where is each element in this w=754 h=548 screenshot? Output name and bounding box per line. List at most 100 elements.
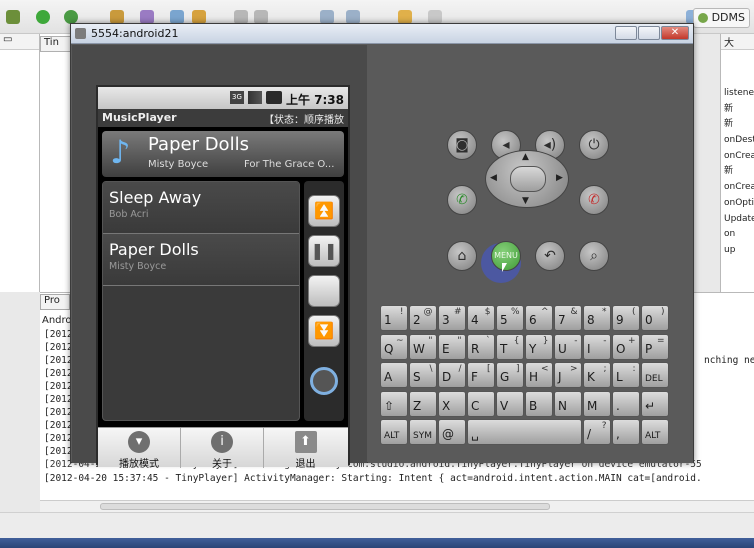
open-type-icon[interactable]	[170, 10, 184, 24]
minimize-button[interactable]	[615, 26, 637, 40]
dpad[interactable]: ▲ ▼ ◀ ▶	[485, 150, 569, 208]
key-Y[interactable]: Y}	[525, 333, 553, 360]
key-J[interactable]: J >	[554, 362, 582, 388]
menu-item-play-mode[interactable]: ▾ 播放模式	[98, 428, 181, 470]
key-8[interactable]: 8 *	[583, 305, 611, 331]
key-N[interactable]: N	[554, 390, 582, 417]
key-1[interactable]: 1!	[380, 305, 408, 331]
console-horizontal-scrollbar[interactable]	[40, 500, 754, 512]
key-G[interactable]: G]	[496, 362, 524, 388]
editor-tab[interactable]: Tin	[40, 36, 72, 52]
next-annotation-icon[interactable]	[320, 10, 334, 24]
key-C[interactable]: C	[467, 390, 495, 417]
key-7[interactable]: 7 &	[554, 305, 582, 331]
key-B[interactable]: B	[525, 390, 553, 417]
key-Q[interactable]: Q ~	[380, 333, 408, 360]
list-item[interactable]: Sleep Away Bob Acri	[103, 182, 299, 234]
search-button[interactable]: ⌕	[579, 241, 609, 271]
key-I[interactable]: I-	[583, 333, 611, 360]
outline-item[interactable]: Update	[721, 212, 754, 228]
key-.[interactable]: .	[612, 390, 640, 417]
key-space[interactable]: ␣	[467, 419, 582, 445]
dpad-center-button[interactable]	[510, 166, 546, 192]
key-X[interactable]: X	[438, 390, 466, 417]
home-button[interactable]: ⌂	[447, 241, 477, 271]
key-6[interactable]: 6 ^	[525, 305, 553, 331]
new-package-icon[interactable]	[110, 10, 124, 24]
outline-item[interactable]: onCrea	[721, 180, 754, 196]
key-4[interactable]: 4 $	[467, 305, 495, 331]
key-P[interactable]: P =	[641, 333, 669, 360]
forward-icon[interactable]	[428, 10, 442, 24]
key-D[interactable]: D /	[438, 362, 466, 388]
key-L[interactable]: L:	[612, 362, 640, 388]
key-R[interactable]: R `	[467, 333, 495, 360]
maximize-button[interactable]	[638, 26, 660, 40]
next-button[interactable]: ⏬	[308, 315, 340, 347]
power-button[interactable]: ⏻	[579, 130, 609, 160]
key-/[interactable]: /?	[583, 419, 611, 445]
key-ALT[interactable]: ALT	[380, 419, 408, 445]
key-U[interactable]: U-	[554, 333, 582, 360]
menu-item-exit[interactable]: ⬆ 退出	[264, 428, 347, 470]
close-button[interactable]: ✕	[661, 26, 689, 40]
end-call-button[interactable]: ✆	[579, 185, 609, 215]
key-A[interactable]: A	[380, 362, 408, 388]
key-O[interactable]: O +	[612, 333, 640, 360]
prev-annotation-icon[interactable]	[346, 10, 360, 24]
outline-item[interactable]: on	[721, 227, 754, 243]
toggle-mark-icon[interactable]	[254, 10, 268, 24]
outline-item[interactable]: 新	[721, 117, 754, 133]
back-button[interactable]: ↶	[535, 241, 565, 271]
key-5[interactable]: 5%	[496, 305, 524, 331]
key-⇧[interactable]: ⇧	[380, 390, 408, 417]
debug-icon[interactable]	[6, 10, 20, 24]
key-,[interactable]: ,	[612, 419, 640, 445]
key-0[interactable]: 0)	[641, 305, 669, 331]
key-K[interactable]: K;	[583, 362, 611, 388]
list-item[interactable]: Paper Dolls Misty Boyce	[103, 234, 299, 286]
key-@[interactable]: @	[438, 419, 466, 445]
key-3[interactable]: 3 #	[438, 305, 466, 331]
previous-button[interactable]: ⏫	[308, 195, 340, 227]
menu-item-about[interactable]: i 关于	[181, 428, 264, 470]
stop-button[interactable]	[308, 275, 340, 307]
key-↵[interactable]: ↵	[641, 390, 669, 417]
key-ALT[interactable]: ALT	[641, 419, 669, 445]
outline-item[interactable]: 新	[721, 102, 754, 118]
key-DEL[interactable]: DEL	[641, 362, 669, 388]
outline-item[interactable]: listener	[721, 86, 754, 102]
outline-item[interactable]: 新	[721, 164, 754, 180]
pause-button[interactable]: ❚❚	[308, 235, 340, 267]
outline-item[interactable]: onOpti	[721, 196, 754, 212]
ddms-perspective-button[interactable]: DDMS	[693, 8, 750, 28]
toggle-annotation-icon[interactable]	[234, 10, 248, 24]
now-playing-panel[interactable]: ♪ Paper Dolls Misty Boyce For The Grace …	[102, 131, 344, 177]
scroll-thumb[interactable]	[100, 503, 550, 510]
key-M[interactable]: M	[583, 390, 611, 417]
emulator-title-bar[interactable]: 5554:android21 ✕	[71, 24, 693, 44]
new-class-icon[interactable]	[140, 10, 154, 24]
external-tools-icon[interactable]	[64, 10, 78, 24]
search-magnifier-icon[interactable]	[310, 367, 338, 395]
key-T[interactable]: T{	[496, 333, 524, 360]
key-2[interactable]: 2 @	[409, 305, 437, 331]
key-V[interactable]: V	[496, 390, 524, 417]
outline-tab[interactable]: 大	[721, 34, 754, 50]
key-9[interactable]: 9(	[612, 305, 640, 331]
outline-item[interactable]: onDest	[721, 133, 754, 149]
key-S[interactable]: S \	[409, 362, 437, 388]
run-icon[interactable]	[36, 10, 50, 24]
back-icon[interactable]	[398, 10, 412, 24]
outline-item[interactable]: up	[721, 243, 754, 259]
key-F[interactable]: F[	[467, 362, 495, 388]
key-SYM[interactable]: SYM	[409, 419, 437, 445]
key-W[interactable]: W "	[409, 333, 437, 360]
console-tab[interactable]: Pro	[40, 294, 70, 310]
key-Z[interactable]: Z	[409, 390, 437, 417]
minimize-icon[interactable]: ▭	[0, 34, 39, 50]
camera-button[interactable]: ◙	[447, 130, 477, 160]
key-E[interactable]: E "	[438, 333, 466, 360]
search-tool-icon[interactable]	[192, 10, 206, 24]
key-H[interactable]: H <	[525, 362, 553, 388]
